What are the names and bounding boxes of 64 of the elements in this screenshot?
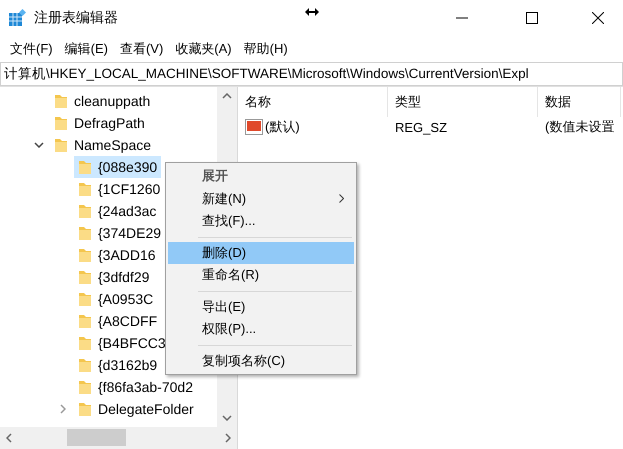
value-data: (数值未设置 xyxy=(545,118,614,136)
menu-item[interactable]: 查看(V) xyxy=(114,38,170,60)
tree-item[interactable]: {A8CDFF xyxy=(74,310,162,332)
tree-item[interactable]: {088e390 xyxy=(74,156,162,178)
context-menu-item[interactable]: 查找(F)... xyxy=(168,210,354,232)
tree-item[interactable]: {B4BFCC3 xyxy=(74,332,170,354)
context-menu-item[interactable]: 展开 xyxy=(168,165,354,188)
scroll-up-icon[interactable] xyxy=(222,93,232,99)
value-type: REG_SZ xyxy=(395,120,448,134)
value-name: (默认) xyxy=(265,118,300,136)
resize-cursor-icon xyxy=(305,8,319,16)
folder-icon xyxy=(78,159,92,175)
folder-icon xyxy=(78,335,92,351)
folder-icon xyxy=(54,93,68,109)
column-header[interactable]: 类型 xyxy=(388,87,538,117)
scroll-down-icon[interactable] xyxy=(222,415,232,421)
scroll-right-icon[interactable] xyxy=(225,433,231,443)
folder-icon xyxy=(78,313,92,329)
tree-item[interactable]: {d3162b9 xyxy=(74,354,162,376)
chevron-right-icon[interactable] xyxy=(60,404,66,414)
context-menu-item[interactable]: 导出(E) xyxy=(168,296,354,318)
maximize-icon xyxy=(526,12,538,24)
folder-icon xyxy=(78,269,92,285)
tree-item[interactable]: DefragPath xyxy=(50,112,149,134)
folder-icon xyxy=(78,291,92,307)
folder-icon xyxy=(78,357,92,373)
menu-item[interactable]: 编辑(E) xyxy=(58,38,114,60)
minimize-icon xyxy=(456,17,468,19)
menu-item[interactable]: 文件(F) xyxy=(4,38,59,60)
context-menu-item[interactable]: 复制项名称(C) xyxy=(168,350,354,372)
horizontal-scrollbar[interactable] xyxy=(0,427,237,449)
menu-item[interactable]: 帮助(H) xyxy=(238,38,294,60)
tree-item[interactable]: NameSpace xyxy=(50,134,156,156)
folder-icon xyxy=(78,247,92,263)
tree-item[interactable]: cleanuppath xyxy=(50,90,154,112)
context-menu-item[interactable]: 删除(D) xyxy=(168,242,354,264)
close-icon xyxy=(592,12,604,24)
folder-icon xyxy=(54,115,68,131)
scroll-left-icon[interactable] xyxy=(6,433,12,443)
context-menu-item[interactable]: 权限(P)... xyxy=(168,318,354,340)
tree-item[interactable]: {374DE29 xyxy=(74,222,166,244)
tree-item[interactable]: {A0953C xyxy=(74,288,158,310)
tree-item[interactable]: {24ad3ac xyxy=(74,200,160,222)
tree-item[interactable]: DelegateFolder xyxy=(74,398,198,420)
folder-icon xyxy=(78,203,92,219)
context-menu-item[interactable]: 重命名(R) xyxy=(168,264,354,286)
folder-icon xyxy=(54,137,68,153)
string-value-icon xyxy=(245,119,263,135)
folder-icon xyxy=(78,401,92,417)
folder-icon xyxy=(78,225,92,241)
column-header[interactable]: 名称 xyxy=(238,87,388,117)
tree-item[interactable]: {3dfdf29 xyxy=(74,266,154,288)
chevron-down-icon[interactable] xyxy=(34,142,44,148)
registry-app-icon xyxy=(8,9,26,27)
address-field[interactable]: 计算机\HKEY_LOCAL_MACHINE\SOFTWARE\Microsoft\Windows\CurrentVersion\Expl xyxy=(0,62,623,86)
folder-icon xyxy=(78,379,92,395)
menu-item[interactable]: 收藏夹(A) xyxy=(169,38,238,60)
tree-item[interactable]: {3ADD16 xyxy=(74,244,160,266)
tree-item[interactable]: {f86fa3ab-70d2 xyxy=(74,376,197,398)
tree-item[interactable]: {1CF1260 xyxy=(74,178,164,200)
window-title: 注册表编辑器 xyxy=(34,9,118,27)
folder-icon xyxy=(78,181,92,197)
context-menu-item[interactable]: 新建(N) xyxy=(168,188,354,210)
column-header[interactable]: 数据 xyxy=(538,87,621,117)
